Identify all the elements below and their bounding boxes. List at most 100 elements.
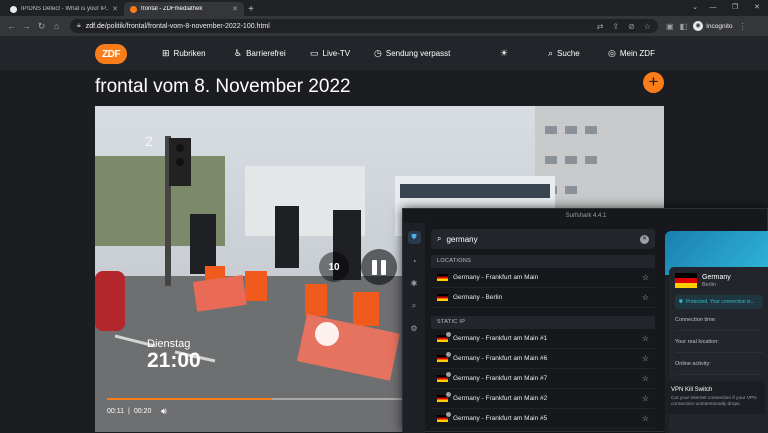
search-icon: ⌕ <box>437 234 442 243</box>
germany-flag-icon <box>437 294 448 301</box>
favorite-star-icon[interactable]: ☆ <box>642 334 649 343</box>
search-value: germany <box>446 234 478 244</box>
nav-label: Barrierefrei <box>246 48 286 58</box>
progress-fill <box>107 398 272 400</box>
search-button[interactable]: ⌕ Suche <box>548 36 580 70</box>
nav-label: Rubriken <box>173 48 206 58</box>
menu-kebab-icon[interactable]: ⋮ <box>739 22 747 31</box>
sun-icon: ☀ <box>500 47 509 58</box>
tab-ip-dns-detect[interactable]: IP/DNS Detect - What is your IP... ✕ <box>4 2 124 16</box>
clock-icon: ◷ <box>374 47 382 58</box>
clear-search-icon[interactable]: ✕ <box>640 234 649 244</box>
brightness-toggle[interactable]: ☀ <box>500 36 508 70</box>
connected-location[interactable]: Germany Berlin <box>675 273 763 288</box>
germany-flag-icon <box>437 412 451 422</box>
lock-icon[interactable]: 🔒︎ <box>77 22 81 30</box>
url-text: zdf.de/politik/frontal/frontal-vom-8-nov… <box>86 23 588 30</box>
rewind-10-button[interactable]: 10 <box>319 252 349 282</box>
minimize-icon[interactable]: — <box>702 0 724 16</box>
pause-button[interactable] <box>361 249 397 285</box>
duration: 00:20 <box>133 408 152 415</box>
extension-icon[interactable]: ▣ <box>666 22 674 31</box>
bookmark-star-icon[interactable]: ☆ <box>644 22 651 31</box>
favorite-star-icon[interactable]: ☆ <box>642 293 649 302</box>
share-icon[interactable]: ⇪ <box>612 22 619 31</box>
volume-icon[interactable]: 🔊︎ <box>161 406 167 417</box>
server-name: Germany - Frankfurt am Main #1 <box>453 335 548 342</box>
locations-header: LOCATIONS <box>431 255 655 268</box>
add-to-list-button[interactable]: + <box>643 72 664 93</box>
incognito-profile-button[interactable]: ◉ Incognito <box>693 21 733 31</box>
vpn-shield-icon[interactable]: ⛊ <box>407 231 421 244</box>
back-arrow-icon[interactable]: ← <box>4 21 19 31</box>
browser-tab-strip: IP/DNS Detect - What is your IP... ✕ fro… <box>0 0 768 16</box>
nav-barrierefrei[interactable]: ♿︎ Barrierefrei <box>234 36 286 70</box>
pause-icon <box>372 259 377 275</box>
favorite-star-icon[interactable]: ☆ <box>642 394 649 403</box>
list-item[interactable]: Germany - Berlin ☆ <box>431 288 655 308</box>
close-window-icon[interactable]: ✕ <box>746 0 768 16</box>
list-item[interactable]: Germany - Frankfurt am Main #5 ☆ <box>431 409 655 429</box>
list-item[interactable]: Germany - Frankfurt am Main #1 ☆ <box>431 329 655 349</box>
list-item[interactable]: Germany - Frankfurt am Main #6 ☆ <box>431 349 655 369</box>
forward-arrow-icon[interactable]: → <box>19 21 34 31</box>
kill-switch-card[interactable]: VPN Kill Switch Cut your internet connec… <box>665 381 765 414</box>
account-label: Mein ZDF <box>619 48 655 58</box>
close-tab-icon[interactable]: ✕ <box>112 5 118 13</box>
germany-flag-icon <box>437 274 448 281</box>
home-icon[interactable]: ⌂ <box>49 21 64 31</box>
connection-panel: Germany Berlin ⛊ Protected. Your connecti… <box>665 231 768 433</box>
search-alert-icon[interactable]: ⌕ <box>412 301 416 311</box>
server-search-input[interactable]: ⌕ germany ✕ <box>431 229 655 249</box>
close-tab-icon[interactable]: ✕ <box>232 5 238 13</box>
accessibility-icon: ♿︎ <box>234 47 243 58</box>
reload-icon[interactable]: ↻ <box>34 21 49 32</box>
server-name: Germany - Berlin <box>453 294 503 301</box>
grid-icon: ⊞ <box>162 47 170 58</box>
one-icon[interactable]: ◔ <box>412 257 417 266</box>
protected-text: Protected. Your connection is... <box>685 299 755 305</box>
favorite-star-icon[interactable]: ☆ <box>642 273 649 282</box>
connected-country: Germany <box>702 273 731 281</box>
nav-rubriken[interactable]: ⊞ Rubriken <box>162 36 206 70</box>
server-name: Germany - Frankfurt am Main #5 <box>453 415 548 422</box>
address-bar[interactable]: 🔒︎ zdf.de/politik/frontal/frontal-vom-8-… <box>70 19 658 33</box>
url-path: /politik/frontal/frontal-vom-8-november-… <box>104 22 270 30</box>
page-title: frontal vom 8. November 2022 <box>95 76 351 97</box>
side-panel-icon[interactable]: ◧ <box>680 22 688 31</box>
list-item[interactable]: Germany - Frankfurt am Main #2 ☆ <box>431 389 655 409</box>
settings-gear-icon[interactable]: ⚙ <box>410 324 417 333</box>
eye-off-icon[interactable]: ⊘ <box>628 22 635 31</box>
zdf-header: ZDF ⊞ Rubriken ♿︎ Barrierefrei ▭ Live-TV ◷ S… <box>0 36 768 70</box>
germany-flag-icon <box>437 332 451 342</box>
germany-flag-icon <box>675 273 697 288</box>
new-tab-button[interactable]: + <box>244 2 258 16</box>
tab-search-chevron-icon[interactable]: ⌄ <box>692 3 698 11</box>
list-item[interactable]: Germany - Frankfurt am Main ☆ <box>431 268 655 288</box>
progress-bar[interactable] <box>107 398 407 400</box>
real-location-label: Your real location: <box>675 331 763 353</box>
favorite-star-icon[interactable]: ☆ <box>642 374 649 383</box>
account-button[interactable]: ◎ Mein ZDF <box>608 36 655 70</box>
antivirus-icon[interactable]: ✱ <box>411 279 418 288</box>
tab-title: IP/DNS Detect - What is your IP... <box>21 6 109 12</box>
window-controls: — ❐ ✕ <box>702 0 768 16</box>
maximize-icon[interactable]: ❐ <box>724 0 746 16</box>
favorite-star-icon[interactable]: ☆ <box>642 414 649 423</box>
nav-sendung-verpasst[interactable]: ◷ Sendung verpasst <box>374 36 450 70</box>
search-icon: ⌕ <box>548 47 554 58</box>
zdf-logo[interactable]: ZDF <box>95 44 127 64</box>
nav-live-tv[interactable]: ▭ Live-TV <box>310 36 350 70</box>
server-name: Germany - Frankfurt am Main #7 <box>453 375 548 382</box>
nav-label: Live-TV <box>322 48 351 58</box>
svg-text:2: 2 <box>145 133 153 149</box>
favorite-star-icon[interactable]: ☆ <box>642 354 649 363</box>
tab-zdf-mediathek[interactable]: frontal - ZDFmediathek ✕ <box>124 2 244 16</box>
protected-status: ⛊ Protected. Your connection is... <box>675 295 763 309</box>
list-item[interactable]: Germany - Frankfurt am Main #7 ☆ <box>431 369 655 389</box>
surfshark-sidebar: ⛊ ◔ ✱ ⌕ ⚙ <box>403 223 425 433</box>
translate-icon[interactable]: ⇄ <box>597 22 604 31</box>
surfshark-title: Surfshark 4.4.1 <box>565 213 607 219</box>
incognito-icon: ◉ <box>693 21 704 31</box>
video-time: 00:11 | 00:20 <box>107 408 151 415</box>
